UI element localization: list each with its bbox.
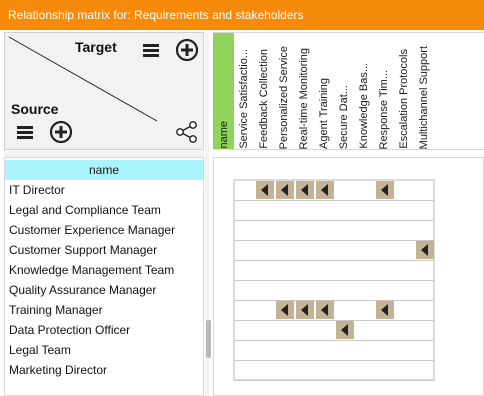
column-header[interactable]: Knowledge Bas... — [354, 37, 374, 149]
relation-cell[interactable] — [276, 301, 294, 319]
row-label[interactable]: Legal Team — [9, 340, 71, 360]
row-label[interactable]: Customer Support Manager — [9, 240, 157, 260]
relation-cell[interactable] — [416, 241, 434, 259]
target-axis-label: Target — [75, 39, 117, 55]
relation-cell[interactable] — [256, 181, 274, 199]
target-menu-icon[interactable] — [143, 43, 159, 57]
column-header-panel: name Service Satisfactio... Feedback Col… — [213, 32, 484, 150]
column-header[interactable]: Service Satisfactio... — [234, 37, 254, 149]
target-add-icon[interactable] — [175, 38, 199, 62]
row-label[interactable]: IT Director — [9, 180, 65, 200]
relation-cell[interactable] — [296, 181, 314, 199]
row-panel-scrollbar[interactable] — [206, 320, 211, 358]
row-label[interactable]: Customer Experience Manager — [9, 220, 175, 240]
column-header[interactable]: Secure Dat... — [334, 37, 354, 149]
share-icon[interactable] — [175, 121, 199, 143]
matrix-grid — [233, 179, 435, 381]
window-title: Relationship matrix for: Requirements an… — [0, 0, 484, 30]
relation-cell[interactable] — [296, 301, 314, 319]
relation-cell[interactable] — [336, 321, 354, 339]
column-header[interactable]: Feedback Collection — [254, 37, 274, 149]
relation-cell[interactable] — [276, 181, 294, 199]
column-header[interactable]: Personalized Service — [274, 37, 294, 149]
matrix-grid-panel — [213, 157, 484, 396]
column-header[interactable]: Real-time Monitoring — [294, 37, 314, 149]
row-header-panel: name IT Director Legal and Compliance Te… — [4, 157, 204, 396]
row-label[interactable]: Legal and Compliance Team — [9, 200, 161, 220]
row-label[interactable]: Marketing Director — [9, 360, 107, 380]
source-add-icon[interactable] — [49, 120, 73, 144]
relation-cell[interactable] — [376, 301, 394, 319]
row-label[interactable]: Data Protection Officer — [9, 320, 130, 340]
row-label[interactable]: Quality Assurance Manager — [9, 280, 156, 300]
row-label[interactable]: Training Manager — [9, 300, 103, 320]
relation-cell[interactable] — [316, 181, 334, 199]
relation-cell[interactable] — [376, 181, 394, 199]
matrix-corner-panel: Target Source — [4, 32, 204, 150]
source-axis-label: Source — [11, 101, 59, 117]
column-header[interactable]: Escalation Protocols — [394, 37, 414, 149]
column-header[interactable]: Multichannel Support — [414, 37, 434, 149]
row-label[interactable]: Knowledge Management Team — [9, 260, 174, 280]
column-header[interactable]: Response Tim... — [374, 37, 394, 149]
column-header[interactable]: Agent Training — [314, 37, 334, 149]
source-menu-icon[interactable] — [17, 125, 33, 139]
relation-cell[interactable] — [316, 301, 334, 319]
row-name-header[interactable]: name — [5, 160, 203, 180]
column-name-header[interactable]: name — [214, 37, 234, 149]
